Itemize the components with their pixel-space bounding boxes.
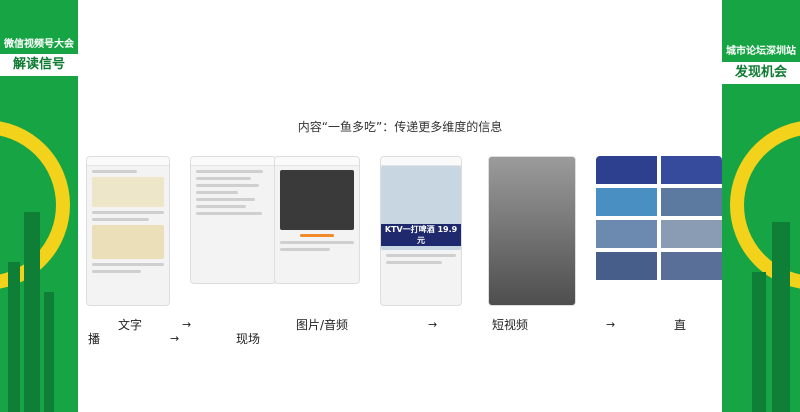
right-banner-line1: 城市论坛深圳站 — [726, 46, 796, 57]
short-video-screenshot: KTV一打啤酒 19.9元 — [380, 156, 462, 306]
label-short-video: 短视频 — [492, 318, 529, 332]
building-decoration — [772, 222, 790, 412]
label-live-part2: 播 — [88, 332, 101, 346]
article-screenshot — [86, 156, 170, 306]
right-banner-line2: 发现机会 — [722, 62, 800, 84]
slide-content: 内容“一鱼多吃”：传递更多维度的信息 KTV一打啤酒 19.9元 文字 现场 图… — [78, 0, 722, 412]
chat-screenshot — [190, 156, 276, 284]
building-decoration — [8, 262, 20, 412]
audio-screenshot — [274, 156, 360, 284]
label-text: 文字 — [118, 318, 143, 332]
right-banner: 城市论坛深圳站 发现机会 — [722, 0, 800, 412]
ktv-banner: KTV一打啤酒 19.9元 — [381, 224, 461, 246]
live-stream-frame — [489, 157, 575, 305]
flow-arrow: → — [170, 332, 180, 345]
status-bar — [87, 157, 169, 166]
status-bar — [381, 157, 461, 166]
live-photo-grid — [596, 156, 722, 292]
left-banner-line1: 微信视频号大会 — [4, 39, 74, 50]
left-banner: 微信视频号大会 解读信号 — [0, 0, 78, 412]
status-bar — [275, 157, 359, 166]
slide-heading: 内容“一鱼多吃”：传递更多维度的信息 — [297, 120, 503, 134]
building-decoration — [44, 292, 54, 412]
label-scene: 现场 — [236, 332, 261, 346]
building-decoration — [24, 212, 40, 412]
building-decoration — [752, 272, 766, 412]
flow-arrow: → — [182, 318, 192, 331]
label-image-audio: 图片/音频 — [296, 318, 349, 332]
live-stream-screenshot — [488, 156, 576, 306]
flow-arrow: → — [606, 318, 616, 331]
label-live-part1: 直 — [674, 318, 687, 332]
status-bar — [191, 157, 275, 166]
flow-arrow: → — [428, 318, 438, 331]
video-frame: KTV一打啤酒 19.9元 — [381, 166, 461, 250]
left-banner-line2: 解读信号 — [0, 54, 78, 76]
audio-cover-image — [280, 170, 354, 230]
